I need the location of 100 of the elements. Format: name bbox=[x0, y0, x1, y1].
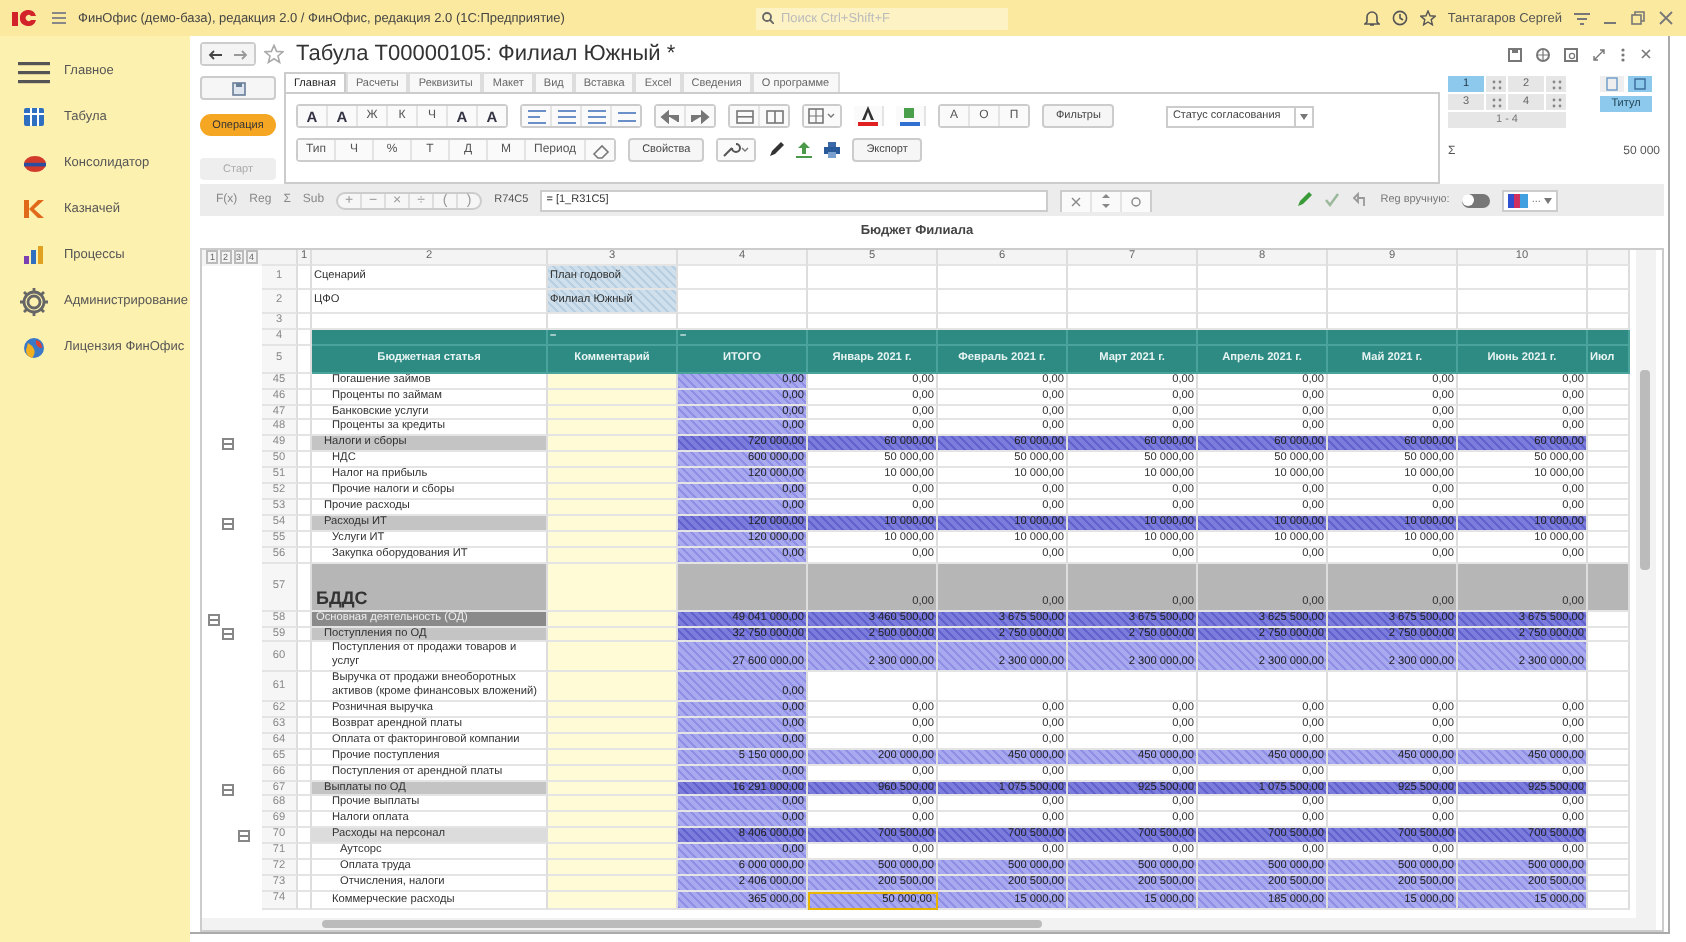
eraser-glyph bbox=[591, 141, 610, 159]
empty-cell bbox=[1588, 389, 1630, 406]
empty-cell bbox=[1588, 265, 1630, 290]
undo-button[interactable] bbox=[656, 106, 686, 126]
empty-cell bbox=[808, 265, 938, 290]
save-glyph bbox=[231, 81, 245, 95]
palette-icon bbox=[1507, 193, 1528, 207]
star-icon[interactable] bbox=[1419, 10, 1436, 26]
collapse-toggle[interactable] bbox=[222, 438, 234, 451]
empty-cell bbox=[1588, 765, 1630, 782]
grid-icon[interactable] bbox=[1486, 94, 1506, 110]
pencil-icon[interactable] bbox=[768, 142, 785, 158]
print-icon[interactable] bbox=[824, 142, 841, 158]
scrollbar[interactable] bbox=[1636, 250, 1656, 930]
empty-cell bbox=[1588, 420, 1630, 437]
clear-glyph bbox=[1070, 195, 1083, 207]
grid-icon[interactable] bbox=[1546, 76, 1566, 92]
history-icon[interactable] bbox=[1391, 10, 1408, 26]
split-glyph bbox=[765, 107, 783, 125]
back-button[interactable] bbox=[202, 44, 228, 64]
fill-color-button[interactable] bbox=[896, 106, 926, 126]
manual-toggle[interactable] bbox=[1461, 193, 1490, 207]
restore-icon[interactable] bbox=[1630, 10, 1646, 26]
empty-cell bbox=[1068, 289, 1198, 314]
empty-cell bbox=[808, 289, 938, 314]
link-glyph bbox=[1130, 195, 1143, 207]
empty-cell bbox=[1588, 844, 1630, 861]
eraser-button[interactable] bbox=[586, 140, 615, 160]
align-center-button[interactable] bbox=[552, 106, 582, 126]
empty-cell bbox=[1458, 265, 1588, 290]
merge-glyph bbox=[735, 107, 753, 125]
link-icon[interactable] bbox=[1592, 47, 1606, 61]
caret-icon bbox=[1300, 113, 1309, 119]
text-color-button[interactable] bbox=[854, 106, 884, 126]
empty-cell bbox=[1588, 563, 1630, 612]
preview-icon[interactable] bbox=[1564, 47, 1578, 61]
link-button[interactable] bbox=[1122, 191, 1151, 211]
collapse-toggle[interactable] bbox=[222, 517, 234, 530]
row-label: БДДС bbox=[312, 563, 548, 612]
empty-cell bbox=[1588, 717, 1630, 734]
clear-button[interactable] bbox=[1062, 191, 1093, 211]
align-left-button[interactable] bbox=[522, 106, 552, 126]
align-right-glyph bbox=[587, 107, 605, 125]
empty-cell bbox=[1588, 531, 1630, 548]
empty-cell bbox=[1588, 796, 1630, 813]
close-icon[interactable] bbox=[1640, 48, 1652, 60]
bar-chart-icon bbox=[24, 246, 44, 264]
align-right-button[interactable] bbox=[582, 106, 612, 126]
align-center-glyph bbox=[557, 107, 575, 125]
star-icon[interactable] bbox=[264, 44, 284, 64]
split-button[interactable] bbox=[760, 106, 788, 126]
collapse-toggle[interactable] bbox=[222, 628, 234, 641]
empty-cell bbox=[1198, 289, 1328, 314]
merge-button[interactable] bbox=[730, 106, 760, 126]
save-icon[interactable] bbox=[1508, 47, 1522, 61]
empty-cell bbox=[938, 672, 1068, 703]
key-dropdown-button[interactable] bbox=[718, 140, 755, 160]
bell-icon[interactable] bbox=[1363, 10, 1380, 26]
mark-icon bbox=[24, 200, 44, 218]
empty-cell bbox=[1458, 672, 1588, 703]
document-icon[interactable] bbox=[1600, 76, 1624, 92]
empty-cell bbox=[1588, 672, 1630, 703]
minus-icon bbox=[240, 832, 248, 841]
save-button[interactable] bbox=[200, 76, 276, 100]
collapse-toggle[interactable] bbox=[222, 783, 234, 796]
globe-icon[interactable] bbox=[1536, 47, 1550, 61]
empty-cell bbox=[1328, 672, 1458, 703]
justify-button[interactable] bbox=[612, 106, 640, 126]
undo-glyph bbox=[660, 107, 680, 125]
collapse-toggle[interactable] bbox=[238, 830, 250, 843]
empty-cell bbox=[1198, 265, 1328, 290]
scrollbar[interactable] bbox=[202, 918, 1636, 930]
table-icon[interactable] bbox=[1628, 76, 1652, 92]
borders-glyph bbox=[808, 106, 836, 126]
spin-glyph bbox=[1100, 194, 1113, 208]
close-icon[interactable] bbox=[1658, 10, 1674, 26]
check-icon[interactable] bbox=[1324, 192, 1341, 208]
menu-icon[interactable] bbox=[52, 12, 66, 24]
align-left-glyph bbox=[527, 107, 545, 125]
total-cell bbox=[678, 563, 808, 612]
grid-icon[interactable] bbox=[1486, 76, 1506, 92]
empty-cell bbox=[1198, 672, 1328, 703]
minus-icon bbox=[224, 519, 232, 528]
empty-cell bbox=[1458, 289, 1588, 314]
empty-cell bbox=[1588, 373, 1630, 390]
redo-button[interactable] bbox=[686, 106, 714, 126]
collapse-toggle[interactable] bbox=[208, 613, 220, 626]
empty-cell bbox=[938, 289, 1068, 314]
upload-icon[interactable] bbox=[796, 142, 813, 158]
grid-icon[interactable] bbox=[1546, 94, 1566, 110]
borders-button[interactable] bbox=[804, 106, 840, 126]
more-icon[interactable] bbox=[1620, 47, 1626, 61]
arrow-right-icon bbox=[234, 49, 248, 59]
undo-icon[interactable] bbox=[1352, 192, 1369, 208]
logo-icon bbox=[12, 10, 40, 26]
caret-icon bbox=[1544, 197, 1553, 203]
empty-cell bbox=[1588, 733, 1630, 750]
table-icon bbox=[24, 108, 44, 126]
spin-button[interactable] bbox=[1092, 191, 1123, 211]
arrow-left-icon bbox=[208, 49, 222, 59]
